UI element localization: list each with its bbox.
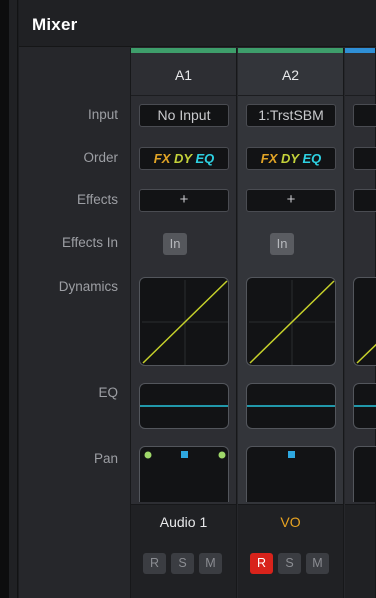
effects-in-toggle[interactable]: In	[270, 233, 294, 255]
channel-strip-partial	[345, 48, 376, 598]
pan-right-point[interactable]	[218, 451, 226, 459]
divider	[238, 95, 343, 96]
order-dy-label: DY	[174, 151, 192, 166]
input-selector[interactable]: 1:TrstSBM	[246, 104, 336, 127]
record-arm-button[interactable]: R	[143, 553, 166, 574]
order-row-label: Order	[83, 150, 118, 165]
channel-strip-a1: A1 No Input FX DY EQ + In Audio 1 R S M	[131, 48, 237, 598]
dynamics-graph[interactable]	[353, 277, 376, 366]
order-dy-label: DY	[281, 151, 299, 166]
dynamics-curve	[356, 343, 376, 364]
order-fx-label: FX	[153, 151, 171, 166]
strip-name[interactable]: A2	[238, 67, 343, 83]
track-name-area	[345, 504, 375, 598]
record-arm-button[interactable]: R	[250, 553, 273, 574]
eq-graph[interactable]	[353, 383, 376, 429]
pan-position-marker[interactable]	[288, 451, 295, 458]
input-row-label: Input	[87, 107, 118, 122]
eq-graph-svg	[140, 405, 228, 407]
strip-color-bar	[131, 48, 236, 53]
eq-graph-svg	[247, 405, 335, 407]
left-scroll-gutter	[9, 0, 18, 598]
divider	[345, 95, 375, 96]
pan-graph-svg	[144, 451, 226, 459]
pan-graph[interactable]	[139, 446, 229, 502]
pan-graph-svg	[288, 451, 295, 458]
solo-button[interactable]: S	[171, 553, 194, 574]
order-eq-label: EQ	[195, 151, 215, 166]
pan-row-label: Pan	[93, 451, 118, 466]
strip-color-bar	[238, 48, 343, 53]
pan-position-marker[interactable]	[181, 451, 188, 458]
eq-row-label: EQ	[98, 385, 118, 400]
dynamics-graph[interactable]	[139, 277, 229, 366]
pan-graph[interactable]	[353, 446, 376, 502]
add-effect-button[interactable]: +	[246, 189, 336, 212]
mute-button[interactable]: M	[199, 553, 222, 574]
order-fx-label: FX	[260, 151, 278, 166]
pan-left-point[interactable]	[144, 451, 152, 459]
dynamics-row-label: Dynamics	[58, 279, 118, 294]
divider	[131, 95, 236, 96]
track-name-area: VO R S M	[238, 504, 343, 598]
effects-order-selector[interactable]	[353, 147, 376, 170]
strip-name[interactable]: A1	[131, 67, 236, 83]
pan-graph[interactable]	[246, 446, 336, 502]
eq-graph-svg	[354, 405, 376, 407]
input-selector[interactable]: No Input	[139, 104, 229, 127]
effects-row-label: Effects	[76, 192, 118, 207]
eq-graph[interactable]	[139, 383, 229, 429]
effects-order-selector[interactable]: FX DY EQ	[246, 147, 336, 170]
solo-button[interactable]: S	[278, 553, 301, 574]
track-name[interactable]: Audio 1	[131, 514, 236, 530]
dynamics-graph[interactable]	[246, 277, 336, 366]
dynamics-graph-svg	[356, 343, 376, 364]
dynamics-graph-svg	[249, 280, 335, 365]
eq-graph[interactable]	[246, 383, 336, 429]
add-effect-button[interactable]: +	[139, 189, 229, 212]
strip-color-bar	[345, 48, 375, 53]
left-edge	[0, 0, 9, 598]
effects-order-selector[interactable]: FX DY EQ	[139, 147, 229, 170]
row-labels-column: Input Order Effects Effects In Dynamics …	[19, 48, 131, 598]
dynamics-graph-svg	[142, 280, 228, 365]
mute-button[interactable]: M	[306, 553, 329, 574]
effects-in-row-label: Effects In	[61, 235, 118, 250]
track-name-area: Audio 1 R S M	[131, 504, 236, 598]
channel-strip-a2: A2 1:TrstSBM FX DY EQ + In VO R S M	[238, 48, 344, 598]
mixer-panel: Mixer Input Order Effects Effects In Dyn…	[19, 0, 376, 598]
input-selector[interactable]	[353, 104, 376, 127]
mixer-title-bar: Mixer	[19, 0, 376, 47]
add-effect-button[interactable]	[353, 189, 376, 212]
mixer-title: Mixer	[32, 15, 78, 34]
track-name[interactable]: VO	[238, 514, 343, 530]
order-eq-label: EQ	[302, 151, 322, 166]
effects-in-toggle[interactable]: In	[163, 233, 187, 255]
